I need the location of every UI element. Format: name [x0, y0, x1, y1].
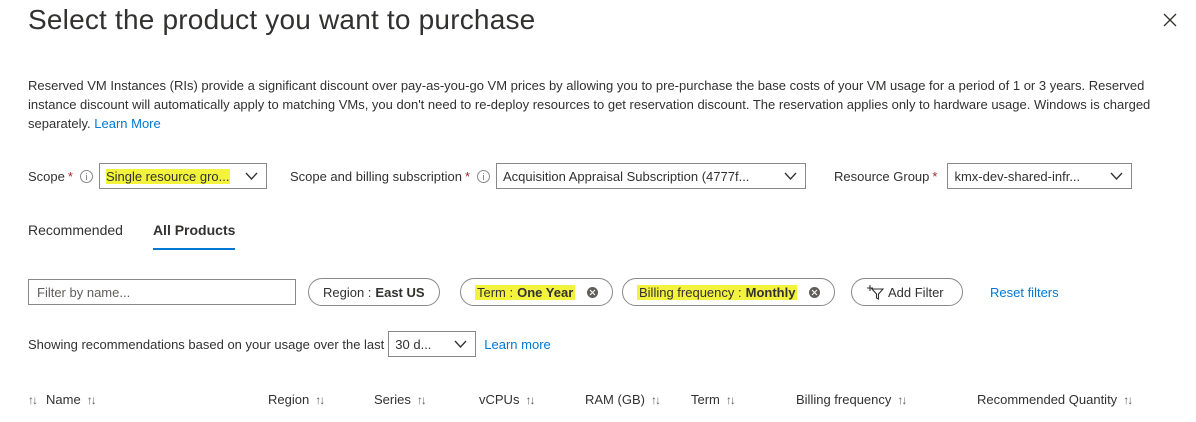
- add-filter-button[interactable]: Add Filter: [851, 278, 963, 306]
- subscription-dropdown[interactable]: Acquisition Appraisal Subscription (4777…: [496, 163, 806, 189]
- scope-dropdown-value: Single resource gro...: [105, 168, 230, 184]
- column-label: Recommended Quantity: [977, 392, 1118, 407]
- chevron-down-icon: [784, 172, 797, 180]
- sort-icon: ↑↓: [725, 392, 736, 407]
- sort-icon: ↑↓: [1123, 392, 1133, 407]
- required-mark: *: [464, 168, 470, 184]
- column-header-billing-frequency[interactable]: Billing frequency ↑↓: [796, 392, 907, 407]
- sort-icon: ↑↓: [315, 392, 325, 407]
- page-title: Select the product you want to purchase: [28, 4, 536, 35]
- chevron-down-icon: [245, 172, 258, 180]
- term-filter-key: Term :: [477, 284, 514, 300]
- column-label: Region: [268, 392, 310, 407]
- tab-recommended[interactable]: Recommended: [28, 222, 123, 250]
- info-icon[interactable]: [477, 169, 490, 183]
- column-label: Name: [46, 392, 81, 407]
- required-mark: *: [932, 168, 938, 184]
- sort-icon: ↑↓: [650, 392, 661, 407]
- column-label: Term: [691, 392, 720, 407]
- column-header-vcpus[interactable]: vCPUs ↑↓: [479, 392, 535, 407]
- column-label: vCPUs: [479, 392, 520, 407]
- sort-icon: ↑↓: [86, 392, 97, 407]
- sort-icon: ↑↓: [416, 392, 427, 407]
- add-filter-label: Add Filter: [888, 284, 944, 300]
- resource-group-dropdown-value: kmx-dev-shared-infr...: [954, 168, 1081, 184]
- required-mark: *: [67, 168, 73, 184]
- column-label: Billing frequency: [796, 392, 892, 407]
- billing-frequency-filter-pill[interactable]: Billing frequency : Monthly: [622, 278, 836, 306]
- description: Reserved VM Instances (RIs) provide a si…: [28, 76, 1178, 133]
- column-label: Series: [374, 392, 411, 407]
- usage-text: Showing recommendations based on your us…: [28, 336, 385, 352]
- info-icon[interactable]: [79, 169, 93, 183]
- billing-filter-key: Billing frequency :: [639, 284, 742, 300]
- filter-by-name-input[interactable]: [28, 279, 296, 305]
- sort-icon: ↑↓: [897, 392, 907, 407]
- column-header-region[interactable]: Region ↑↓: [268, 392, 325, 407]
- column-header-name[interactable]: ↑↓ Name ↑↓: [28, 392, 97, 407]
- region-filter-key: Region :: [323, 284, 372, 300]
- resource-group-label: Resource Group: [834, 168, 930, 184]
- column-header-ram[interactable]: RAM (GB) ↑↓: [585, 392, 661, 407]
- scope-dropdown[interactable]: Single resource gro...: [98, 163, 267, 189]
- term-filter-pill[interactable]: Term : One Year: [460, 278, 614, 306]
- subscription-dropdown-value: Acquisition Appraisal Subscription (4777…: [503, 168, 750, 184]
- chevron-down-icon: [1110, 172, 1123, 180]
- description-text: Reserved VM Instances (RIs) provide a si…: [28, 78, 1151, 131]
- tab-all-products[interactable]: All Products: [152, 222, 236, 250]
- region-filter-pill[interactable]: Region : East US: [308, 278, 440, 306]
- usage-period-value: 30 d...: [395, 336, 432, 352]
- region-filter-value: East US: [375, 284, 425, 300]
- resource-group-dropdown[interactable]: kmx-dev-shared-infr...: [947, 163, 1133, 189]
- table-header: ↑↓ Name ↑↓ Region ↑↓ Series ↑↓ vCPUs ↑↓ …: [28, 392, 1178, 410]
- usage-period-dropdown[interactable]: 30 d...: [388, 331, 477, 357]
- column-header-term[interactable]: Term ↑↓: [691, 392, 736, 407]
- sort-icon: ↑↓: [525, 392, 535, 407]
- remove-filter-icon[interactable]: [809, 286, 821, 298]
- scope-row: Scope * Single resource gro... Scope and…: [28, 163, 1133, 189]
- column-header-series[interactable]: Series ↑↓: [374, 392, 427, 407]
- reset-filters-link[interactable]: Reset filters: [990, 285, 1059, 300]
- column-label: RAM (GB): [585, 392, 645, 407]
- subscription-label: Scope and billing subscription: [289, 168, 462, 184]
- chevron-down-icon: [454, 340, 467, 348]
- column-header-recommended-quantity[interactable]: Recommended Quantity ↑↓: [977, 392, 1133, 407]
- scope-label: Scope: [28, 168, 65, 184]
- add-filter-icon: [867, 285, 884, 300]
- close-icon[interactable]: [1162, 12, 1178, 28]
- term-filter-value: One Year: [517, 284, 574, 300]
- learn-more-link[interactable]: Learn More: [94, 116, 160, 131]
- sort-icon: ↑↓: [28, 392, 38, 407]
- tab-bar: Recommended All Products: [28, 222, 236, 250]
- billing-filter-value: Monthly: [745, 284, 796, 300]
- remove-filter-icon[interactable]: [587, 286, 599, 298]
- usage-learn-more-link[interactable]: Learn more: [484, 337, 550, 352]
- usage-row: Showing recommendations based on your us…: [28, 331, 551, 357]
